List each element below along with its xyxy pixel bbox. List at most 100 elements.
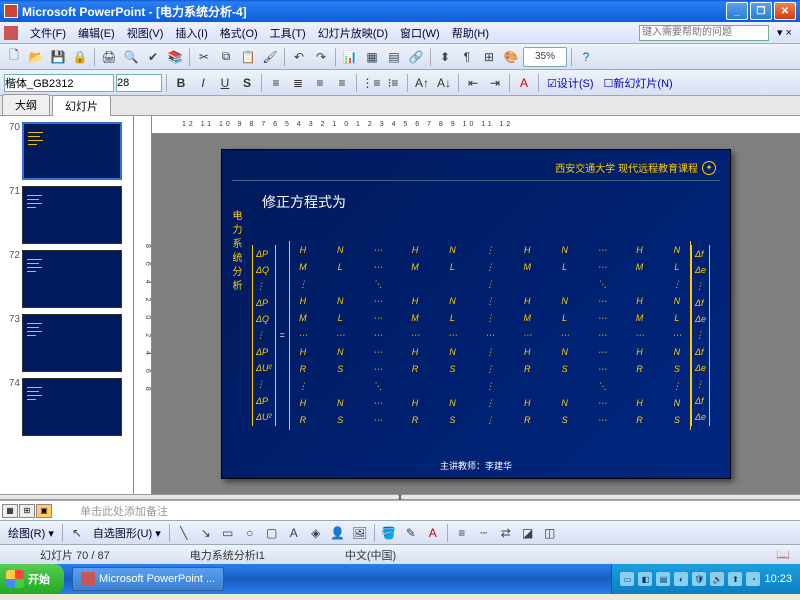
autoshapes-menu[interactable]: 自选图形(U) ▾ — [89, 525, 165, 541]
help-icon[interactable]: ? — [576, 47, 596, 67]
permission-icon[interactable]: 🔒 — [70, 47, 90, 67]
diagram-icon[interactable]: ◈ — [306, 523, 326, 543]
arrow-style-icon[interactable]: ⇄ — [496, 523, 516, 543]
slide-thumbnail[interactable]: 74▬▬▬▬▬▬▬▬▬▬▬▬▬▬▬▬▬ — [4, 378, 129, 436]
align-right-icon[interactable]: ≡ — [310, 73, 330, 93]
show-formatting-icon[interactable]: ¶ — [457, 47, 477, 67]
print-icon[interactable]: 🖨 — [99, 47, 119, 67]
slide-thumbnail[interactable]: 73▬▬▬▬▬▬▬▬▬▬▬▬▬▬▬▬▬ — [4, 314, 129, 372]
tray-icon[interactable]: ◔ — [746, 572, 760, 586]
close-button[interactable]: ✕ — [774, 2, 796, 20]
font-size-select[interactable] — [116, 74, 162, 92]
help-search-input[interactable] — [639, 25, 769, 41]
shadow-button[interactable]: S — [237, 73, 257, 93]
3d-style-icon[interactable]: ◫ — [540, 523, 560, 543]
format-painter-icon[interactable]: 🖌 — [260, 47, 280, 67]
italic-button[interactable]: I — [193, 73, 213, 93]
rectangle-icon[interactable]: ▭ — [218, 523, 238, 543]
shadow-style-icon[interactable]: ◪ — [518, 523, 538, 543]
tab-slides[interactable]: 幻灯片 — [52, 95, 111, 116]
font-select[interactable] — [4, 74, 114, 92]
picture-icon[interactable]: 🖼 — [350, 523, 370, 543]
copy-icon[interactable]: ⧉ — [216, 47, 236, 67]
slide-canvas[interactable]: 西安交通大学 现代远程教育课程✦ 电力系统分析 修正方程式为 ΔPΔQ⋮ΔPΔQ… — [221, 149, 731, 479]
tray-icon[interactable]: 🛡 — [692, 572, 706, 586]
open-icon[interactable]: 📂 — [26, 47, 46, 67]
hyperlink-icon[interactable]: 🔗 — [406, 47, 426, 67]
new-icon[interactable]: 🗋 — [4, 47, 24, 67]
increase-font-icon[interactable]: A↑ — [412, 73, 432, 93]
wordart-icon[interactable]: A — [284, 523, 304, 543]
menu-item[interactable]: 幻灯片放映(D) — [312, 23, 394, 43]
decrease-indent-icon[interactable]: ⇤ — [463, 73, 483, 93]
font-color-icon[interactable]: A — [514, 73, 534, 93]
bullets-icon[interactable]: ⁝≡ — [383, 73, 403, 93]
fill-color-icon[interactable]: 🪣 — [379, 523, 399, 543]
new-slide-button[interactable]: ☐新幻灯片(N) — [600, 75, 677, 91]
menu-more[interactable]: ▾ × — [773, 26, 796, 39]
sorter-view-button[interactable]: ⊞ — [19, 504, 35, 518]
cut-icon[interactable]: ✂ — [194, 47, 214, 67]
notes-input[interactable]: 单击此处添加备注 — [60, 503, 800, 519]
minimize-button[interactable]: _ — [726, 2, 748, 20]
save-icon[interactable]: 💾 — [48, 47, 68, 67]
dash-style-icon[interactable]: ┄ — [474, 523, 494, 543]
slideshow-button[interactable]: ▣ — [36, 504, 52, 518]
chart-icon[interactable]: 📊 — [340, 47, 360, 67]
numbering-icon[interactable]: ⋮≡ — [361, 73, 381, 93]
line-icon[interactable]: ╲ — [174, 523, 194, 543]
spell-icon[interactable]: ✔ — [143, 47, 163, 67]
start-button[interactable]: 开始 — [0, 564, 64, 594]
expand-icon[interactable]: ⬍ — [435, 47, 455, 67]
preview-icon[interactable]: 🔍 — [121, 47, 141, 67]
menu-item[interactable]: 文件(F) — [24, 23, 72, 43]
paste-icon[interactable]: 📋 — [238, 47, 258, 67]
menu-item[interactable]: 格式(O) — [214, 23, 264, 43]
taskbar-app-powerpoint[interactable]: Microsoft PowerPoint ... — [72, 567, 224, 591]
select-icon[interactable]: ↖ — [67, 523, 87, 543]
underline-button[interactable]: U — [215, 73, 235, 93]
tray-icon[interactable]: ▤ — [656, 572, 670, 586]
tray-icon[interactable]: ◐ — [674, 572, 688, 586]
menu-item[interactable]: 工具(T) — [264, 23, 312, 43]
font-color-icon-2[interactable]: A — [423, 523, 443, 543]
redo-icon[interactable]: ↷ — [311, 47, 331, 67]
undo-icon[interactable]: ↶ — [289, 47, 309, 67]
thumbnail-pane[interactable]: 70▬▬▬▬▬▬▬▬▬▬▬▬▬▬▬▬▬ 71▬▬▬▬▬▬▬▬▬▬▬▬▬▬▬▬▬ 72… — [0, 116, 134, 494]
tray-icon[interactable]: ▭ — [620, 572, 634, 586]
tray-icon[interactable]: ⬆ — [728, 572, 742, 586]
slide-thumbnail[interactable]: 70▬▬▬▬▬▬▬▬▬▬▬▬▬▬▬▬▬ — [4, 122, 129, 180]
maximize-button[interactable]: ❐ — [750, 2, 772, 20]
menu-item[interactable]: 窗口(W) — [394, 23, 446, 43]
slide-thumbnail[interactable]: 72▬▬▬▬▬▬▬▬▬▬▬▬▬▬▬▬▬ — [4, 250, 129, 308]
color-icon[interactable]: 🎨 — [501, 47, 521, 67]
tray-icon[interactable]: 🔊 — [710, 572, 724, 586]
align-left-icon[interactable]: ≡ — [266, 73, 286, 93]
clipart-icon[interactable]: 👤 — [328, 523, 348, 543]
menu-item[interactable]: 插入(I) — [169, 23, 213, 43]
oval-icon[interactable]: ○ — [240, 523, 260, 543]
menu-item[interactable]: 视图(V) — [121, 23, 170, 43]
line-color-icon[interactable]: ✎ — [401, 523, 421, 543]
increase-indent-icon[interactable]: ⇥ — [485, 73, 505, 93]
grid-icon[interactable]: ⊞ — [479, 47, 499, 67]
align-center-icon[interactable]: ≣ — [288, 73, 308, 93]
tray-icon[interactable]: ◧ — [638, 572, 652, 586]
arrow-icon[interactable]: ↘ — [196, 523, 216, 543]
design-button[interactable]: ☑设计(S) — [543, 75, 598, 91]
tables-borders-icon[interactable]: ▤ — [384, 47, 404, 67]
line-style-icon[interactable]: ≡ — [452, 523, 472, 543]
draw-menu[interactable]: 绘图(R) ▾ — [4, 525, 58, 541]
table-icon[interactable]: ▦ — [362, 47, 382, 67]
tab-outline[interactable]: 大纲 — [2, 94, 50, 115]
zoom-select[interactable]: 35% — [523, 47, 567, 67]
normal-view-button[interactable]: ▦ — [2, 504, 18, 518]
align-justify-icon[interactable]: ≡ — [332, 73, 352, 93]
menu-item[interactable]: 帮助(H) — [446, 23, 495, 43]
menu-item[interactable]: 编辑(E) — [72, 23, 121, 43]
decrease-font-icon[interactable]: A↓ — [434, 73, 454, 93]
textbox-icon[interactable]: ▢ — [262, 523, 282, 543]
system-tray[interactable]: ▭ ◧ ▤ ◐ 🛡 🔊 ⬆ ◔ 10:23 — [611, 564, 800, 594]
research-icon[interactable]: 📚 — [165, 47, 185, 67]
slide-thumbnail[interactable]: 71▬▬▬▬▬▬▬▬▬▬▬▬▬▬▬▬▬ — [4, 186, 129, 244]
